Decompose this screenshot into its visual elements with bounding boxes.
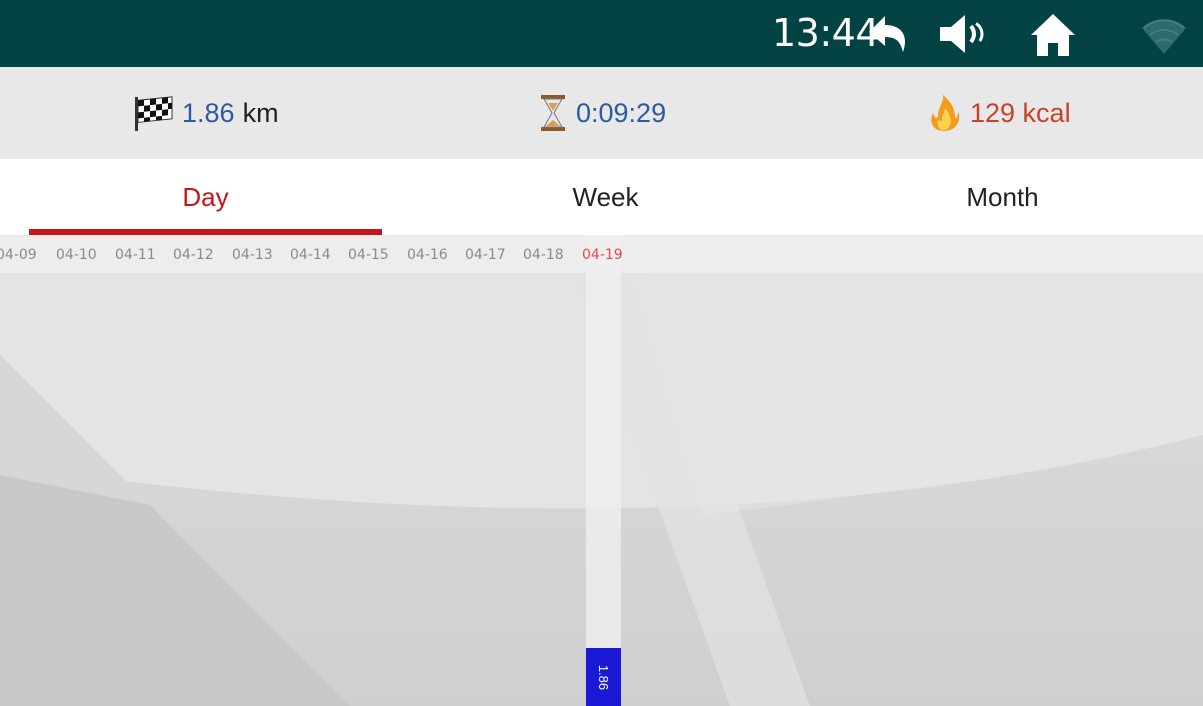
duration-stat: 0:09:29	[538, 91, 666, 135]
calories-value: 129 kcal	[970, 97, 1071, 128]
date-tick[interactable]: 04-17	[465, 247, 506, 263]
date-tick[interactable]: 04-14	[290, 247, 331, 263]
checkered-flag-icon	[132, 93, 174, 133]
activity-summary: 1.86 km 0:09:29 129 kcal	[0, 67, 1203, 159]
distance-stat: 1.86 km	[132, 91, 279, 135]
hourglass-icon	[538, 93, 568, 133]
back-icon[interactable]	[863, 10, 915, 58]
fire-icon	[926, 93, 962, 133]
tab-week[interactable]: Week	[429, 159, 782, 235]
date-axis: 04-09 04-10 04-11 04-12 04-13 04-14 04-1…	[0, 235, 1203, 273]
distance-chart[interactable]: 04-09 04-10 04-11 04-12 04-13 04-14 04-1…	[0, 235, 1203, 706]
tab-month[interactable]: Month	[826, 159, 1179, 235]
calories-stat: 129 kcal	[926, 91, 1071, 135]
date-tick[interactable]: 04-11	[115, 247, 156, 263]
distance-value: 1.86	[182, 97, 235, 128]
date-tick[interactable]: 04-12	[173, 247, 214, 263]
date-tick-selected[interactable]: 04-19	[582, 247, 623, 263]
volume-icon[interactable]	[938, 10, 990, 58]
period-tabs: Day Week Month	[0, 159, 1203, 235]
tab-day[interactable]: Day	[29, 159, 382, 235]
status-bar: 13:44	[0, 0, 1203, 67]
date-tick[interactable]: 04-09	[0, 247, 37, 263]
date-tick[interactable]: 04-16	[407, 247, 448, 263]
duration-value: 0:09:29	[576, 97, 667, 128]
date-tick[interactable]: 04-13	[232, 247, 273, 263]
date-tick[interactable]: 04-18	[523, 247, 564, 263]
distance-unit: km	[242, 97, 279, 128]
bar-value-label: 1.86	[596, 664, 611, 690]
wifi-icon[interactable]	[1138, 10, 1190, 58]
date-tick[interactable]: 04-15	[348, 247, 389, 263]
date-tick[interactable]: 04-10	[56, 247, 97, 263]
selected-column-highlight	[586, 235, 621, 706]
home-icon[interactable]	[1027, 10, 1079, 58]
